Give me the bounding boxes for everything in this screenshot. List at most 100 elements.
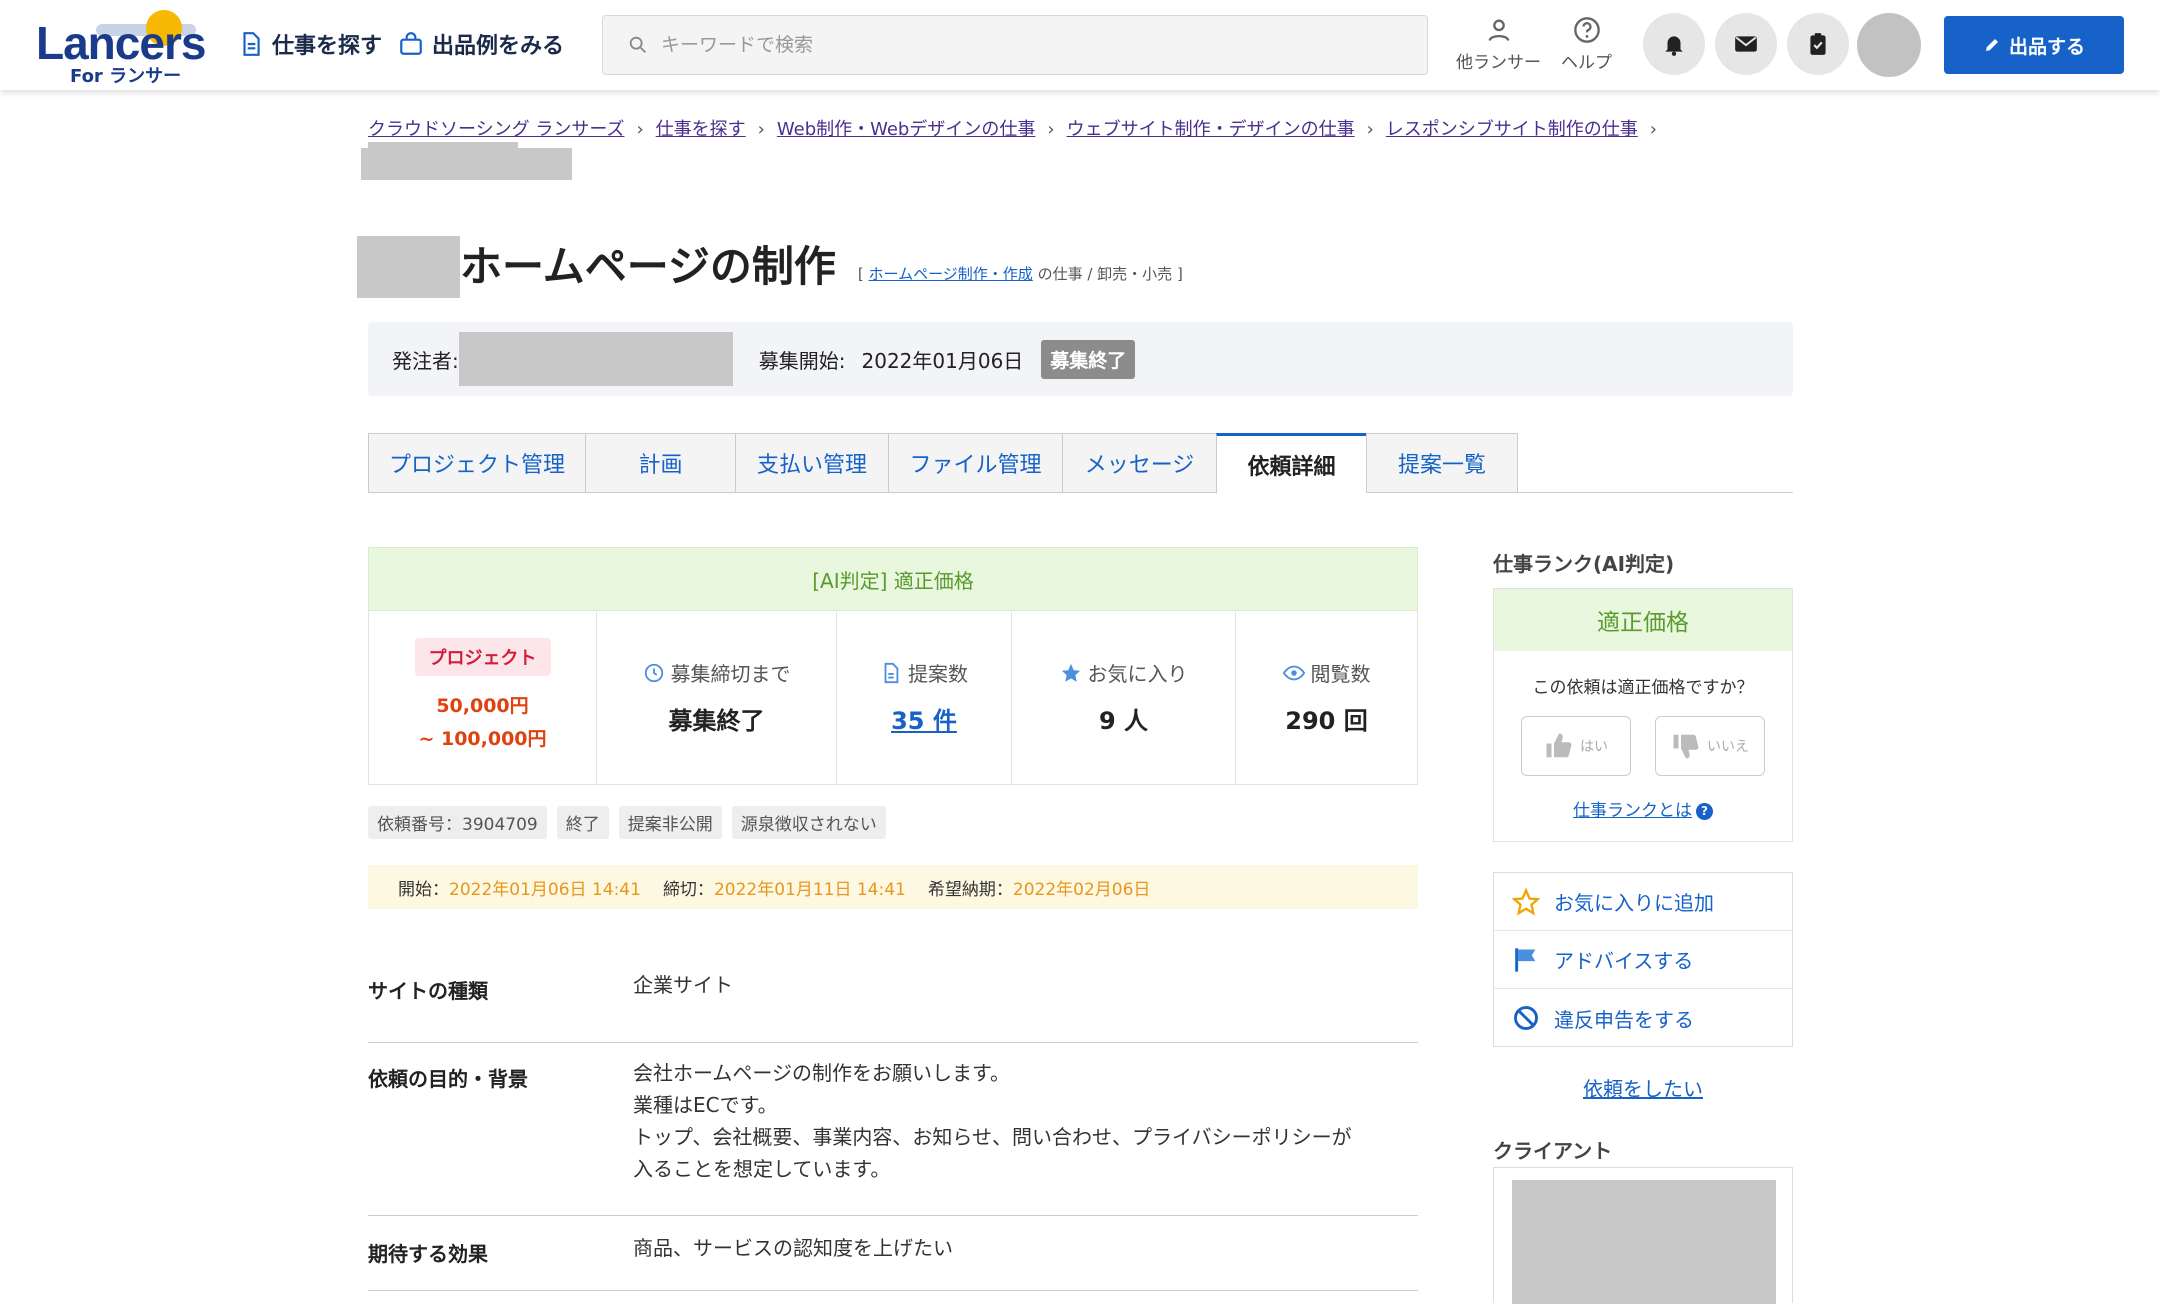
start-value: 2022年01月06日 14:41 — [449, 879, 641, 900]
tab-files[interactable]: ファイル管理 — [888, 433, 1062, 493]
search-icon — [629, 36, 646, 53]
stat-favorites: お気に入り 9 人 — [1012, 610, 1236, 784]
request-work-link[interactable]: 依頼をしたい — [1493, 1073, 1793, 1102]
client-heading: クライアント — [1493, 1139, 1613, 1163]
rank-help-link[interactable]: 仕事ランクとは? — [1494, 796, 1792, 821]
detail-line: 商品、サービスの認知度を上げたい — [633, 1236, 953, 1260]
breadcrumb-separator: › — [1649, 119, 1657, 140]
document-icon — [243, 32, 260, 56]
stat-views: 閲覧数 290 回 — [1236, 610, 1417, 784]
user-avatar[interactable] — [1857, 13, 1921, 77]
deadline-label: 募集締切まで — [670, 662, 791, 686]
breadcrumb-redacted-line2 — [361, 148, 572, 180]
breadcrumb-link[interactable]: ウェブサイト制作・デザインの仕事 — [1067, 119, 1355, 140]
breadcrumb-separator: › — [1047, 119, 1055, 140]
tab-plan[interactable]: 計画 — [585, 433, 735, 493]
report-violation-label: 違反申告をする — [1554, 1007, 1694, 1032]
project-badge: プロジェクト — [414, 638, 551, 676]
title-redacted — [357, 236, 460, 298]
nav-find-jobs[interactable]: 仕事を探す — [238, 26, 382, 62]
breadcrumb-link[interactable]: 仕事を探す — [656, 119, 746, 140]
favorites-label: お気に入り — [1087, 662, 1188, 686]
search-box[interactable] — [602, 15, 1428, 75]
deadline-label-row: 募集締切まで — [643, 658, 791, 687]
table-row: 依頼の目的・背景 会社ホームページの制作をお願いします。 業種はECです。 トッ… — [368, 1043, 1418, 1216]
tab-proposals[interactable]: 提案一覧 — [1366, 433, 1518, 493]
breadcrumb-link[interactable]: クラウドソーシング ランサーズ — [368, 119, 624, 140]
job-stats: プロジェクト 50,000円 ~ 100,000円 募集締切まで 募集終了 提案… — [368, 610, 1418, 785]
views-label: 閲覧数 — [1310, 662, 1371, 686]
tasks-button[interactable] — [1787, 13, 1849, 75]
category-link[interactable]: ホームページ制作・作成 — [869, 265, 1033, 283]
favorites-value: 9 人 — [1098, 707, 1149, 735]
job-dates: 開始： 2022年01月06日 14:41 締切： 2022年01月11日 14… — [368, 865, 1418, 909]
shopping-bag-icon — [400, 32, 422, 55]
detail-line: 業種はECです。 — [633, 1093, 778, 1117]
action-menu: お気に入りに追加 アドバイスする 違反申告をする — [1493, 872, 1793, 1047]
detail-line: 会社ホームページの制作をお願いします。 — [633, 1061, 1010, 1085]
client-image-redacted — [1512, 1180, 1776, 1304]
add-favorite-label: お気に入りに追加 — [1554, 891, 1714, 915]
detail-line: 企業サイト — [633, 973, 733, 997]
vote-yes-button[interactable]: はい — [1521, 716, 1631, 776]
search-input[interactable] — [661, 34, 1361, 56]
prohibited-icon — [1514, 1006, 1538, 1030]
other-lancers-label: 他ランサー — [1456, 53, 1541, 73]
proposals-count-link[interactable]: 35 件 — [891, 701, 957, 736]
tag-proposals-private: 提案非公開 — [618, 806, 722, 839]
start-label: 開始： — [398, 879, 449, 900]
start-label: 募集開始: — [758, 348, 846, 373]
messages-button[interactable] — [1715, 13, 1777, 75]
post-listing-button[interactable]: 出品する — [1944, 16, 2124, 74]
tab-messages[interactable]: メッセージ — [1062, 433, 1216, 493]
help-button[interactable]: ヘルプ — [1561, 16, 1612, 73]
star-outline-icon — [1512, 887, 1540, 915]
breadcrumb-separator: › — [1366, 119, 1374, 140]
nav-listing-examples[interactable]: 出品例をみる — [398, 26, 564, 62]
tab-request-details[interactable]: 依頼詳細 — [1216, 433, 1366, 494]
price-max: ~ 100,000円 — [418, 728, 547, 750]
tab-payment[interactable]: 支払い管理 — [735, 433, 888, 493]
vote-no-button[interactable]: いいえ — [1655, 716, 1765, 776]
vote-buttons: はい いいえ — [1494, 716, 1792, 776]
job-tags: 依頼番号：3904709 終了 提案非公開 源泉徴収されない — [368, 806, 886, 839]
advise-button[interactable]: アドバイスする — [1494, 931, 1792, 989]
notifications-button[interactable] — [1643, 13, 1705, 75]
other-lancers-button[interactable]: 他ランサー — [1456, 16, 1541, 73]
delivery-label: 希望納期： — [927, 879, 1013, 900]
stat-deadline: 募集締切まで 募集終了 — [597, 610, 837, 784]
lancers-logo[interactable]: Lancers For ランサー — [36, 10, 206, 87]
add-favorite-button[interactable]: お気に入りに追加 — [1494, 873, 1792, 931]
details-table: サイトの種類 企業サイト 依頼の目的・背景 会社ホームページの制作をお願いします… — [368, 973, 1418, 1291]
project-tabs: プロジェクト管理 計画 支払い管理 ファイル管理 メッセージ 依頼詳細 提案一覧 — [368, 433, 1793, 494]
ai-price-banner: [AI判定] 適正価格 — [368, 547, 1418, 611]
start-date: 2022年01月06日 — [861, 348, 1024, 373]
client-card — [1493, 1167, 1793, 1304]
favorites-label-row: お気に入り — [1060, 658, 1188, 687]
thumbs-down-icon — [1673, 734, 1699, 759]
bell-icon — [1665, 36, 1683, 56]
rank-box: 適正価格 この依頼は適正価格ですか？ はい いいえ 仕事ランクとは? — [1493, 588, 1793, 842]
views-value: 290 回 — [1285, 707, 1368, 735]
table-row: サイトの種類 企業サイト — [368, 973, 1418, 1043]
client-info-bar: 発注者: 募集開始: 2022年01月06日 募集終了 — [368, 322, 1793, 396]
eye-icon — [1282, 665, 1305, 680]
envelope-icon — [1735, 36, 1757, 52]
nav-find-jobs-label: 仕事を探す — [272, 34, 383, 59]
detail-key: 期待する効果 — [368, 1242, 488, 1266]
tab-project-management[interactable]: プロジェクト管理 — [368, 433, 585, 493]
end-label: 締切： — [662, 879, 714, 900]
delivery-value: 2022年02月06日 — [1012, 879, 1151, 900]
breadcrumb-link[interactable]: レスポンシブサイト制作の仕事 — [1386, 119, 1638, 140]
top-header: Lancers For ランサー 仕事を探す 出品例をみる 他ランサー ヘルプ … — [0, 0, 2160, 90]
question-circle-icon — [1573, 17, 1600, 43]
title-category: [ ホームページ制作・作成 の仕事 / 卸売・小売 ] — [858, 263, 1183, 284]
logo-subtitle: For ランサー — [70, 66, 182, 87]
breadcrumb-separator: › — [757, 119, 765, 140]
stat-price: プロジェクト 50,000円 ~ 100,000円 — [369, 610, 597, 784]
job-title-row: ホームページの制作 [ ホームページ制作・作成 の仕事 / 卸売・小売 ] — [357, 236, 1183, 298]
price-min: 50,000円 — [436, 695, 529, 717]
client-label: 発注者: — [392, 348, 459, 373]
breadcrumb-link[interactable]: Web制作・Webデザインの仕事 — [777, 119, 1036, 140]
report-violation-button[interactable]: 違反申告をする — [1494, 989, 1792, 1047]
